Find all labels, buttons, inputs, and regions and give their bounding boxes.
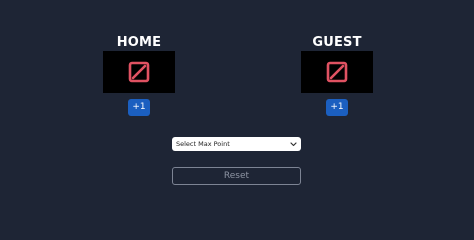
slashed-zero-digit-icon	[326, 61, 348, 83]
guest-score-display	[301, 51, 373, 93]
max-point-select-value: Select Max Point	[176, 140, 230, 148]
guest-team-name: GUEST	[312, 35, 362, 50]
guest-add-point-button[interactable]: +1	[326, 99, 348, 116]
home-add-point-button[interactable]: +1	[128, 99, 150, 116]
guest-team-panel: GUEST +1	[301, 36, 373, 116]
max-point-select[interactable]: Select Max Point	[172, 137, 301, 151]
home-score-display	[103, 51, 175, 93]
reset-button[interactable]: Reset	[172, 167, 301, 185]
home-team-name: HOME	[116, 35, 162, 50]
chevron-down-icon	[290, 141, 297, 146]
slashed-zero-digit-icon	[128, 61, 150, 83]
home-team-panel: HOME +1	[103, 36, 175, 116]
